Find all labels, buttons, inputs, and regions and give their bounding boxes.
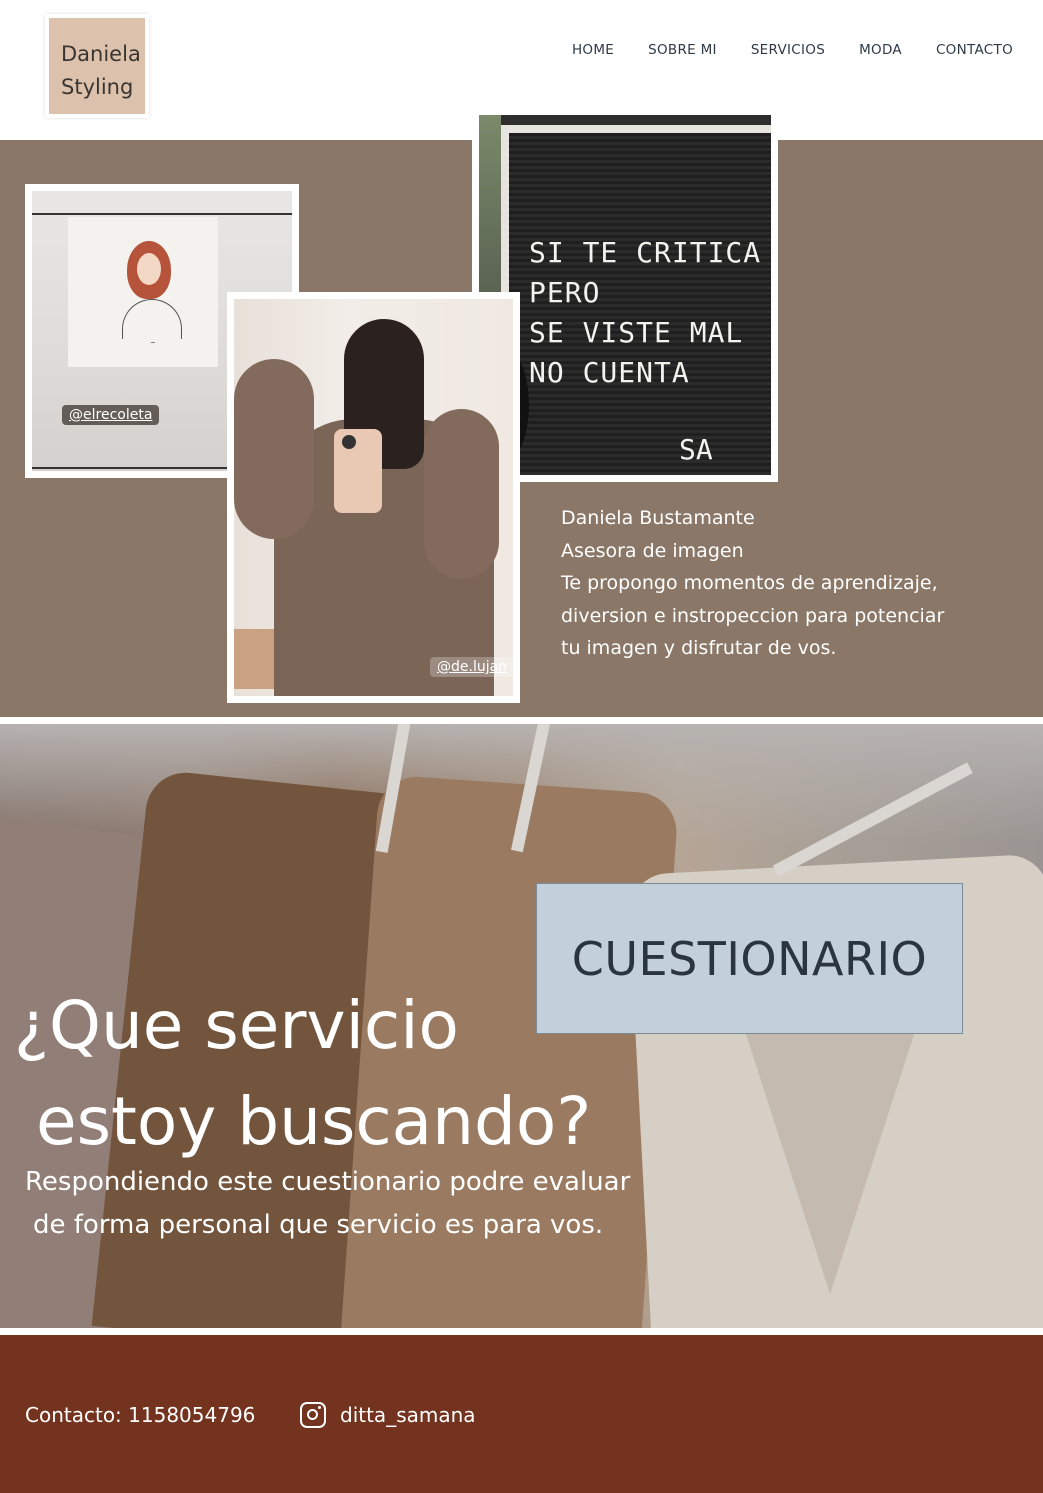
instagram-link[interactable]: ditta_samana	[300, 1402, 476, 1428]
site-logo[interactable]: Daniela Styling	[45, 14, 149, 118]
illustration-signature: ~	[150, 339, 156, 347]
photo-tag-elrecoleta[interactable]: @elrecoleta	[62, 405, 160, 425]
bio-line: tu imagen y disfrutar de vos.	[561, 637, 837, 659]
bio-role: Asesora de imagen	[561, 539, 744, 562]
questionnaire-title: ¿Que servicio estoy buscando?	[14, 987, 592, 1160]
photo-tag-delujan[interactable]: @de.lujan	[430, 657, 513, 677]
photo-mirror-selfie: @de.lujan	[227, 292, 520, 703]
logo-line-2: Styling	[61, 75, 134, 99]
nav-item-contacto[interactable]: CONTACTO	[936, 42, 1013, 58]
letter-board-text: SI TE CRITICA PERO SE VISTE MAL NO CUENT…	[529, 236, 762, 389]
questionnaire-subtitle: Respondiendo este cuestionario podre eva…	[25, 1167, 631, 1240]
nav-item-home[interactable]: HOME	[572, 42, 614, 58]
logo-line-1: Daniela	[61, 42, 141, 66]
bio-line: diversion e instropeccion para potenciar	[561, 604, 945, 627]
letter-board-sign: SA	[679, 433, 713, 466]
bio-text: Daniela Bustamante Asesora de imagen Te …	[561, 502, 944, 665]
nav-item-servicios[interactable]: SERVICIOS	[751, 42, 825, 58]
nav-item-sobre-mi[interactable]: SOBRE MI	[648, 42, 717, 58]
nav-item-moda[interactable]: MODA	[859, 42, 902, 58]
questionnaire-section: CUESTIONARIO ¿Que servicio estoy buscand…	[0, 724, 1043, 1328]
bio-line: Te propongo momentos de aprendizaje,	[561, 572, 938, 594]
bio-name: Daniela Bustamante	[561, 507, 755, 529]
instagram-handle[interactable]: ditta_samana	[340, 1403, 476, 1427]
contact-phone: Contacto: 1158054796	[25, 1403, 256, 1427]
main-nav: HOME SOBRE MI SERVICIOS MODA CONTACTO	[572, 42, 1013, 58]
hero-section: ~ @elrecoleta SI TE CRITICA PERO SE VIST…	[0, 108, 1043, 717]
instagram-icon[interactable]	[300, 1402, 326, 1428]
site-footer: Contacto: 1158054796 ditta_samana	[0, 1335, 1043, 1493]
questionnaire-button[interactable]: CUESTIONARIO	[536, 883, 963, 1034]
